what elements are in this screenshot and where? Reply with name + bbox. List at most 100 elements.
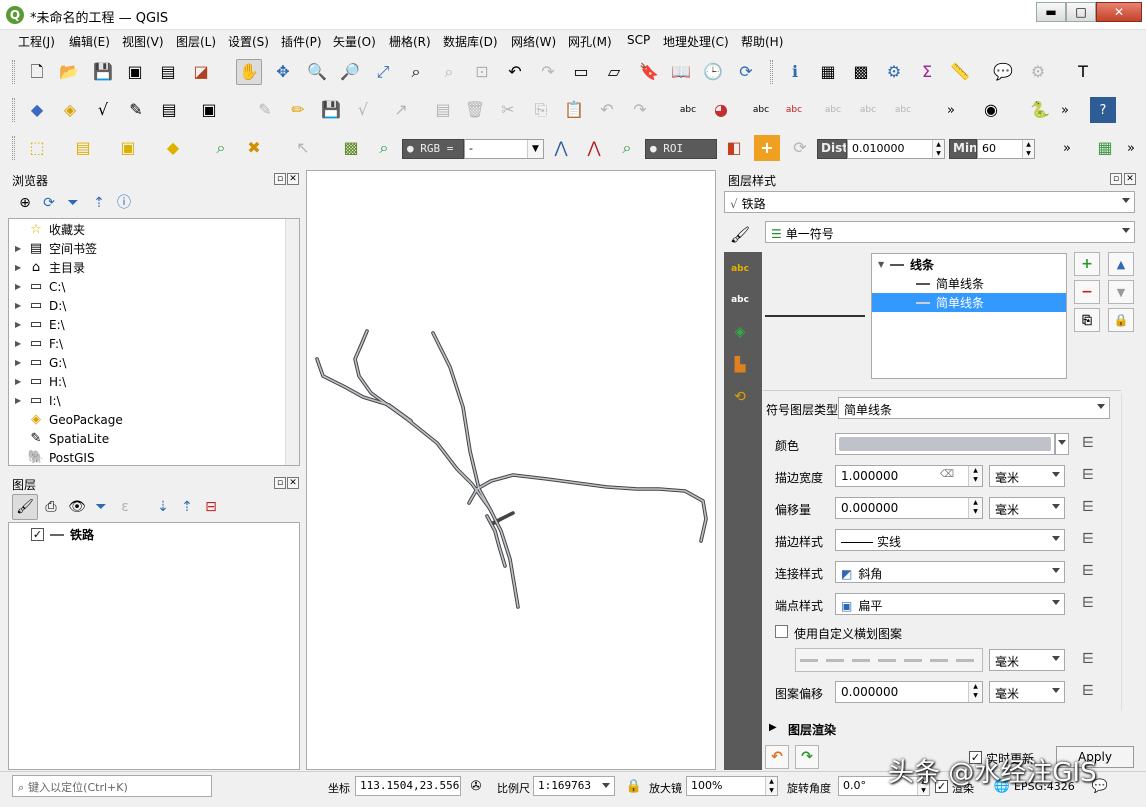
undo-style-button[interactable]: ↶ — [765, 745, 789, 769]
new-virtual-layer-icon[interactable]: ▤ — [156, 97, 182, 123]
scp-plot-icon[interactable]: ⋀ — [581, 135, 607, 161]
save-edits-icon[interactable]: 💾 — [318, 97, 344, 123]
min-spin-arrows[interactable]: ▲ ▼ — [1022, 140, 1034, 158]
offset-spinbox[interactable]: 0.000000 ▲ ▼ — [835, 497, 983, 519]
redo-icon[interactable]: ↷ — [627, 97, 653, 123]
layer-row-railway[interactable]: ✓ 铁路 — [31, 525, 94, 544]
delete-selected-icon[interactable]: 🗑 — [462, 97, 488, 123]
labels-tab-icon[interactable]: abc — [727, 287, 753, 313]
filter-expression-icon[interactable]: ε — [112, 494, 138, 520]
menu-help[interactable]: 帮助(H) — [741, 33, 783, 50]
cut-features-icon[interactable]: ✂ — [495, 97, 521, 123]
browser-item[interactable]: ▶ ▭ F:\ — [15, 334, 63, 353]
renderer-combo[interactable]: ☰ 单一符号 — [765, 221, 1135, 243]
temporal-controller-icon[interactable]: 🕒 — [700, 59, 726, 85]
scp-dock-icon[interactable]: ▦ — [1092, 135, 1118, 161]
zoom-native-icon[interactable]: ⊡ — [469, 59, 495, 85]
browser-item[interactable]: ☆ 收藏夹 — [15, 220, 85, 239]
browser-item[interactable]: 🐘 PostGIS — [15, 448, 95, 465]
save-project-icon[interactable]: 💾 — [90, 59, 116, 85]
spin-arrows[interactable]: ▲ ▼ — [968, 682, 982, 702]
measure-line-icon[interactable]: 📏 — [947, 59, 973, 85]
toolbar-grip[interactable] — [12, 98, 15, 122]
min-spinbox[interactable]: 60 ▲ ▼ — [977, 139, 1035, 159]
toolbar-overflow-icon[interactable]: » — [938, 97, 964, 123]
highlight-labels-icon[interactable]: abc — [781, 97, 807, 123]
spin-arrows[interactable]: ▲ ▼ — [765, 777, 777, 795]
add-feature-icon[interactable]: √ — [350, 97, 376, 123]
clear-value-icon[interactable]: ⌫ — [940, 469, 954, 480]
pan-map-icon[interactable]: ✋ — [236, 59, 262, 85]
layout-manager-icon[interactable]: ▤ — [155, 59, 181, 85]
data-defined-override-icon[interactable]: ⋿ — [1077, 499, 1099, 517]
minimize-button[interactable]: ▬ — [1036, 2, 1066, 22]
coordinate-field[interactable]: 113.1504,23.5567 — [355, 776, 461, 796]
python-console-icon[interactable]: 🐍 — [1027, 97, 1053, 123]
deselect-features-icon[interactable]: ▣ — [115, 135, 141, 161]
toggle-editing-icon[interactable]: ✏ — [285, 97, 311, 123]
scp-zoom-roi-icon[interactable]: ⌕ — [614, 135, 640, 161]
scp-tools-icon[interactable]: ✖ — [241, 135, 267, 161]
remove-layer-icon[interactable]: ⊟ — [198, 494, 224, 520]
data-defined-override-icon[interactable]: ⋿ — [1077, 563, 1099, 581]
map-tips-icon[interactable]: 💬 — [990, 59, 1016, 85]
scp-roi-polygon-icon[interactable]: ◧ — [721, 135, 747, 161]
open-project-icon[interactable]: 📂 — [56, 59, 82, 85]
show-bookmarks-icon[interactable]: 📖 — [668, 59, 694, 85]
processing-toolbox-icon[interactable]: ⚙ — [881, 59, 907, 85]
menu-raster[interactable]: 栅格(R) — [389, 33, 431, 50]
new-project-icon[interactable]: 🗋 — [24, 59, 50, 85]
magnifier-spinbox[interactable]: 100% ▲ ▼ — [686, 776, 778, 796]
symbol-root-row[interactable]: ▼ 线条 — [878, 255, 934, 274]
style-panel-scrollbar[interactable] — [1121, 393, 1135, 711]
menu-view[interactable]: 视图(V) — [122, 33, 164, 50]
zoom-to-layer-icon[interactable]: ⌕ — [436, 59, 462, 85]
float-panel-icon[interactable]: ▫ — [1110, 173, 1122, 185]
custom-dash-unit-combo[interactable]: 毫米 — [989, 649, 1065, 671]
select-by-value-icon[interactable]: ▤ — [70, 135, 96, 161]
owl-plugin-icon[interactable]: ◉ — [978, 97, 1004, 123]
lock-scale-icon[interactable]: 🔒 — [622, 774, 646, 798]
data-source-manager-icon[interactable]: ◆ — [24, 97, 50, 123]
label-abc-icon[interactable]: abc — [675, 97, 701, 123]
symbol-layer-row-2-selected[interactable]: 简单线条 — [872, 293, 1066, 312]
zoom-in-icon[interactable]: 🔍 — [304, 59, 330, 85]
new-shapefile-layer-icon[interactable]: √ — [90, 97, 116, 123]
pattern-offset-spinbox[interactable]: 0.000000 ▲ ▼ — [835, 681, 983, 703]
history-tab-icon[interactable]: ⟲ — [727, 384, 753, 410]
zoom-last-icon[interactable]: ↶ — [502, 59, 528, 85]
browser-item[interactable]: ▶ ▭ G:\ — [15, 353, 66, 372]
cap-style-combo[interactable]: ▣ 扁平 — [835, 593, 1065, 615]
expand-arrow-icon[interactable]: ▶ — [15, 263, 27, 272]
close-button[interactable]: ✕ — [1096, 2, 1142, 22]
field-calculator-icon[interactable]: ▩ — [848, 59, 874, 85]
toggle-extents-icon[interactable]: ✇ — [464, 774, 488, 798]
stroke-width-spinbox[interactable]: 1.000000 ⌫ ▲ ▼ — [835, 465, 983, 487]
zoom-to-selection-icon[interactable]: ⌕ — [403, 59, 429, 85]
undo-icon[interactable]: ↶ — [594, 97, 620, 123]
move-label-icon[interactable]: abc — [820, 97, 846, 123]
menu-processing[interactable]: 地理处理(C) — [663, 33, 729, 50]
menu-layer[interactable]: 图层(L) — [176, 33, 216, 50]
new-map-view-icon[interactable]: ▭ — [568, 59, 594, 85]
color-dropdown[interactable] — [1055, 433, 1069, 455]
color-button[interactable] — [835, 433, 1055, 455]
menu-vector[interactable]: 矢量(O) — [333, 33, 376, 50]
data-defined-override-icon[interactable]: ⋿ — [1077, 651, 1099, 669]
symbol-layer-type-combo[interactable]: 简单线条 — [838, 397, 1110, 419]
browser-scrollbar[interactable] — [285, 219, 299, 465]
move-up-button[interactable]: ▲ — [1108, 252, 1134, 276]
new-print-layout-icon[interactable]: ▣ — [122, 59, 148, 85]
statistics-sigma-icon[interactable]: Σ — [914, 59, 940, 85]
expand-arrow-icon[interactable]: ▶ — [15, 282, 27, 291]
layer-select-combo[interactable]: √ 铁路 — [724, 191, 1135, 213]
new-spatialite-layer-icon[interactable]: ✎ — [123, 97, 149, 123]
close-panel-icon[interactable]: ✕ — [1124, 173, 1136, 185]
symbol-layer-row-1[interactable]: 简单线条 — [916, 274, 984, 293]
change-label-icon[interactable]: abc — [890, 97, 916, 123]
menu-web[interactable]: 网络(W) — [511, 33, 556, 50]
scp-rgb-icon[interactable]: ⌕ — [371, 135, 397, 161]
pin-labels-icon[interactable]: abc — [748, 97, 774, 123]
toolbar-overflow-icon[interactable]: » — [1118, 135, 1144, 161]
scale-combo[interactable]: 1:169763 — [533, 776, 615, 796]
